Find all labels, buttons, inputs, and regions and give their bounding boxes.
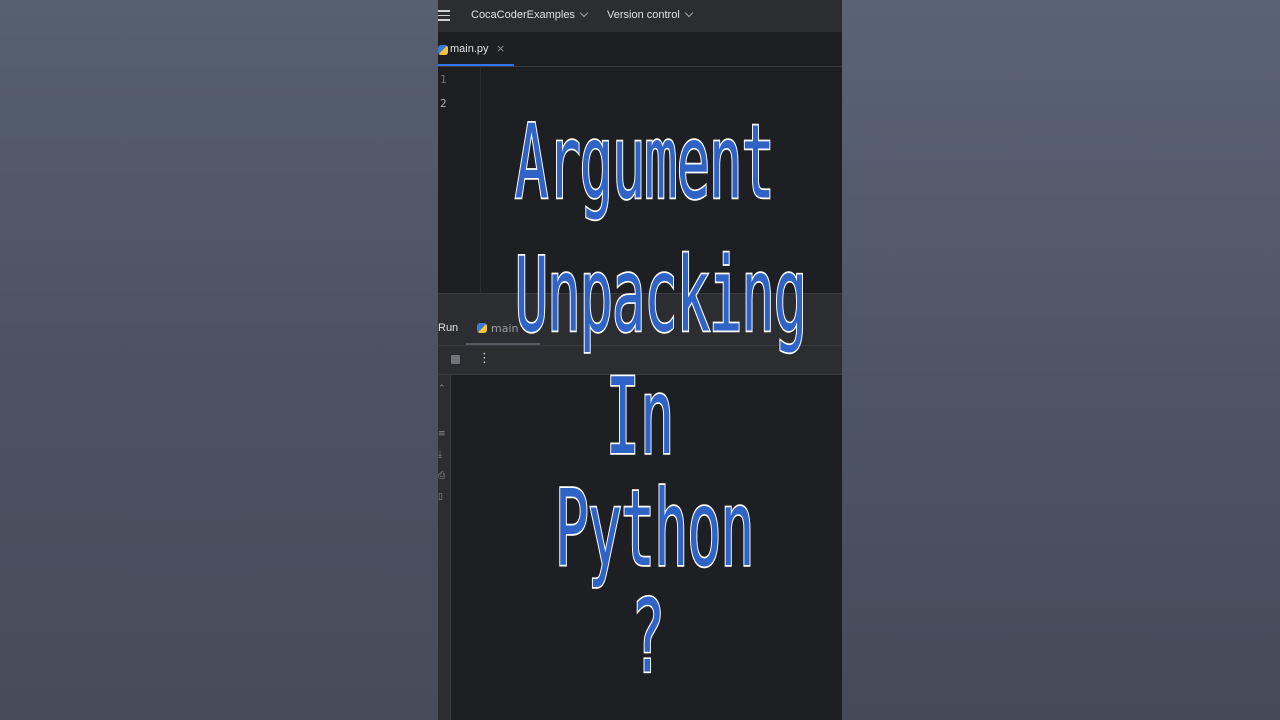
scroll-to-end-icon[interactable]: ⤓ <box>438 451 446 460</box>
line-number: 2 <box>440 97 447 110</box>
python-run-config-icon <box>477 323 487 333</box>
editor-tab-main-py[interactable]: main.py × <box>438 33 514 66</box>
hamburger-menu-icon[interactable] <box>438 10 450 22</box>
print-icon[interactable]: ⎙ <box>438 472 446 481</box>
soft-wrap-icon[interactable]: ≡ <box>438 430 446 439</box>
chevron-down-icon <box>684 8 694 18</box>
more-options-icon[interactable]: ⋮ <box>478 352 491 365</box>
version-control-label: Version control <box>607 9 680 21</box>
run-tool-window-title: Run <box>438 322 459 334</box>
right-background <box>842 0 1280 720</box>
run-tab-label: main <box>491 322 519 335</box>
scroll-up-icon[interactable]: ⌃ <box>438 385 446 394</box>
trash-icon[interactable]: ▯ <box>438 493 446 502</box>
project-name: CocaCoderExamples <box>471 9 575 21</box>
title-bar: CocaCoderExamples Version control <box>438 0 842 33</box>
code-editor[interactable]: 1 2 <box>438 67 842 293</box>
project-selector[interactable]: CocaCoderExamples <box>471 8 589 21</box>
editor-tab-label: main.py <box>450 43 489 55</box>
chevron-down-icon <box>579 8 589 18</box>
ide-window: CocaCoderExamples Version control main.p… <box>438 0 842 720</box>
run-toolbar: ⋮ <box>438 346 842 375</box>
run-console-output[interactable] <box>451 375 842 720</box>
stop-icon[interactable] <box>451 355 460 364</box>
line-number: 1 <box>440 73 447 86</box>
panel-splitter[interactable] <box>438 293 842 312</box>
left-background <box>0 0 438 720</box>
run-tool-window-header: Run main <box>438 311 842 346</box>
run-tab-main[interactable]: main <box>466 311 540 345</box>
line-number-gutter: 1 2 <box>438 67 481 293</box>
python-file-icon <box>438 45 448 55</box>
version-control-menu[interactable]: Version control <box>607 8 694 21</box>
close-tab-icon[interactable]: × <box>496 42 505 55</box>
run-side-toolbar: ⌃ ≡ ⤓ ⎙ ▯ <box>438 375 451 720</box>
editor-tab-bar: main.py × <box>438 33 842 67</box>
